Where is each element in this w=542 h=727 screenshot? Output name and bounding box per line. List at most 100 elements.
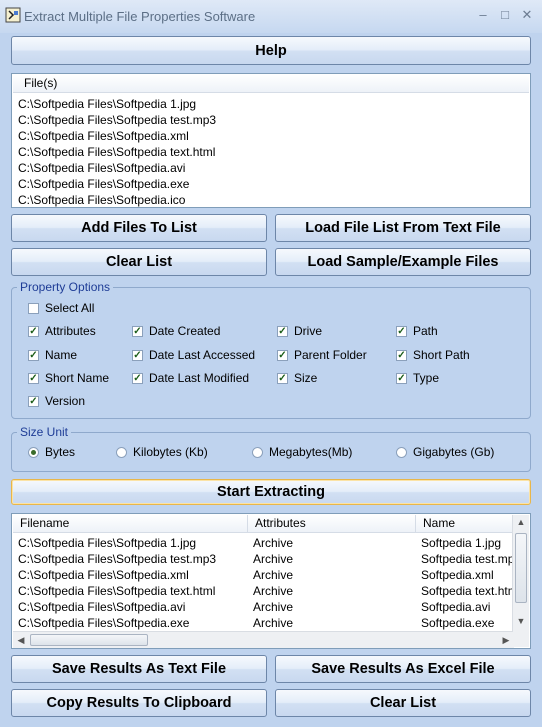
select-all-checkbox[interactable]: Select All xyxy=(28,301,94,315)
file-list-item[interactable]: C:\Softpedia Files\Softpedia text.html xyxy=(18,144,215,160)
table-cell-attributes: Archive xyxy=(253,552,294,566)
clear-list-button[interactable]: Clear List xyxy=(11,248,267,276)
scroll-down-icon[interactable]: ▼ xyxy=(513,616,529,626)
checkbox-icon[interactable]: ✓ xyxy=(277,349,288,361)
checkbox-icon[interactable]: ✓ xyxy=(132,349,143,361)
checkbox-icon[interactable]: ✓ xyxy=(28,349,39,361)
checkbox-date-created[interactable]: ✓ Date Created xyxy=(132,324,220,338)
table-cell-name: Softpedia.avi xyxy=(421,600,491,614)
file-list-item[interactable]: C:\Softpedia Files\Softpedia.avi xyxy=(18,160,185,176)
vertical-scroll-thumb[interactable] xyxy=(515,533,527,603)
checkbox-label: Type xyxy=(413,371,440,385)
scroll-left-icon[interactable]: ◀ xyxy=(15,635,27,646)
radio-icon[interactable] xyxy=(252,446,263,458)
radio-label: Bytes xyxy=(45,445,76,459)
table-cell-filename: C:\Softpedia Files\Softpedia 1.jpg xyxy=(18,536,197,550)
load-sample-button[interactable]: Load Sample/Example Files xyxy=(275,248,531,276)
checkbox-icon[interactable]: ✓ xyxy=(396,349,407,361)
checkbox-label: Drive xyxy=(294,324,323,338)
checkbox-icon[interactable]: ✓ xyxy=(396,372,407,384)
checkbox-short-name[interactable]: ✓ Short Name xyxy=(28,371,109,385)
add-files-button[interactable]: Add Files To List xyxy=(11,214,267,242)
checkbox-icon[interactable] xyxy=(28,302,39,314)
checkbox-label: Size xyxy=(294,371,318,385)
table-cell-filename: C:\Softpedia Files\Softpedia test.mp3 xyxy=(18,552,217,566)
radio-icon[interactable] xyxy=(116,446,127,458)
table-row[interactable]: C:\Softpedia Files\Softpedia text.html Ar… xyxy=(12,583,514,599)
app-icon xyxy=(5,7,21,23)
checkbox-icon[interactable]: ✓ xyxy=(277,325,288,337)
checkbox-icon[interactable]: ✓ xyxy=(28,395,39,407)
start-extracting-button[interactable]: Start Extracting xyxy=(11,479,531,505)
title-bar: Extract Multiple File Properties Softwar… xyxy=(0,0,542,33)
radio-label: Gigabytes (Gb) xyxy=(413,445,495,459)
load-list-button[interactable]: Load File List From Text File xyxy=(275,214,531,242)
scroll-right-icon[interactable]: ▶ xyxy=(500,635,512,646)
checkbox-size[interactable]: ✓ Size xyxy=(277,371,317,385)
checkbox-label: Select All xyxy=(45,301,95,315)
checkbox-drive[interactable]: ✓ Drive xyxy=(277,324,322,338)
results-horizontal-scrollbar[interactable]: ◀ ▶ xyxy=(13,631,514,648)
checkbox-label: Date Last Modified xyxy=(149,371,250,385)
file-list-header: File(s) xyxy=(13,75,529,93)
table-row[interactable]: C:\Softpedia Files\Softpedia test.mp3 Arc… xyxy=(12,551,514,567)
checkbox-label: Date Last Accessed xyxy=(149,348,256,362)
maximize-icon[interactable]: □ xyxy=(496,7,514,23)
checkbox-icon[interactable]: ✓ xyxy=(28,325,39,337)
results-vertical-scrollbar[interactable]: ▲ ▼ xyxy=(512,515,529,631)
checkbox-icon[interactable]: ✓ xyxy=(132,372,143,384)
radio-icon[interactable] xyxy=(28,446,39,458)
checkbox-icon[interactable]: ✓ xyxy=(132,325,143,337)
table-row[interactable]: C:\Softpedia Files\Softpedia.exe Archive S… xyxy=(12,615,514,630)
checkbox-label: Version xyxy=(45,394,86,408)
checkbox-path[interactable]: ✓ Path xyxy=(396,324,438,338)
table-cell-attributes: Archive xyxy=(253,584,294,598)
table-cell-name: Softpedia test.mp3 xyxy=(421,552,514,566)
property-options-label: Property Options xyxy=(17,280,114,294)
copy-clipboard-button[interactable]: Copy Results To Clipboard xyxy=(11,689,267,717)
checkbox-version[interactable]: ✓ Version xyxy=(28,394,85,408)
radio-icon[interactable] xyxy=(396,446,407,458)
checkbox-label: Path xyxy=(413,324,438,338)
checkbox-name[interactable]: ✓ Name xyxy=(28,348,77,362)
checkbox-attributes[interactable]: ✓ Attributes xyxy=(28,324,96,338)
close-icon[interactable]: ✕ xyxy=(518,7,536,23)
checkbox-label: Name xyxy=(45,348,78,362)
file-list-item[interactable]: C:\Softpedia Files\Softpedia.xml xyxy=(18,128,189,144)
checkbox-short-path[interactable]: ✓ Short Path xyxy=(396,348,470,362)
minimize-icon[interactable]: – xyxy=(474,7,492,23)
checkbox-icon[interactable]: ✓ xyxy=(28,372,39,384)
scroll-corner xyxy=(513,631,529,647)
clear-results-button[interactable]: Clear List xyxy=(275,689,531,717)
radio-bytes[interactable]: Bytes xyxy=(28,445,75,459)
table-cell-name: Softpedia.exe xyxy=(421,616,495,630)
radio-megabytes-mb[interactable]: Megabytes(Mb) xyxy=(252,445,352,459)
checkbox-date-last-modified[interactable]: ✓ Date Last Modified xyxy=(132,371,249,385)
checkbox-label: Parent Folder xyxy=(294,348,367,362)
table-row[interactable]: C:\Softpedia Files\Softpedia.avi Archive S… xyxy=(12,599,514,615)
file-list[interactable]: File(s) C:\Softpedia Files\Softpedia 1.j… xyxy=(11,73,531,208)
file-list-item[interactable]: C:\Softpedia Files\Softpedia 1.jpg xyxy=(18,96,196,112)
file-list-item[interactable]: C:\Softpedia Files\Softpedia.exe xyxy=(18,176,189,192)
results-table[interactable]: Filename Attributes Name C:\Softpedia Fi… xyxy=(11,513,531,649)
files-column-header[interactable]: File(s) xyxy=(13,75,529,92)
save-excel-button[interactable]: Save Results As Excel File xyxy=(275,655,531,683)
checkbox-date-last-accessed[interactable]: ✓ Date Last Accessed xyxy=(132,348,255,362)
help-button[interactable]: Help xyxy=(11,36,531,65)
checkbox-icon[interactable]: ✓ xyxy=(396,325,407,337)
checkbox-type[interactable]: ✓ Type xyxy=(396,371,439,385)
file-list-item[interactable]: C:\Softpedia Files\Softpedia test.mp3 xyxy=(18,112,216,128)
radio-gigabytes-gb[interactable]: Gigabytes (Gb) xyxy=(396,445,494,459)
scroll-up-icon[interactable]: ▲ xyxy=(513,517,529,527)
save-text-button[interactable]: Save Results As Text File xyxy=(11,655,267,683)
radio-label: Kilobytes (Kb) xyxy=(133,445,208,459)
horizontal-scroll-thumb[interactable] xyxy=(30,634,148,646)
table-row[interactable]: C:\Softpedia Files\Softpedia.xml Archive S… xyxy=(12,567,514,583)
table-cell-attributes: Archive xyxy=(253,616,294,630)
checkbox-icon[interactable]: ✓ xyxy=(277,372,288,384)
radio-kilobytes-kb[interactable]: Kilobytes (Kb) xyxy=(116,445,208,459)
file-list-item[interactable]: C:\Softpedia Files\Softpedia.ico xyxy=(18,192,185,208)
size-unit-label: Size Unit xyxy=(17,425,72,439)
table-row[interactable]: C:\Softpedia Files\Softpedia 1.jpg Archiv… xyxy=(12,535,514,551)
checkbox-parent-folder[interactable]: ✓ Parent Folder xyxy=(277,348,367,362)
